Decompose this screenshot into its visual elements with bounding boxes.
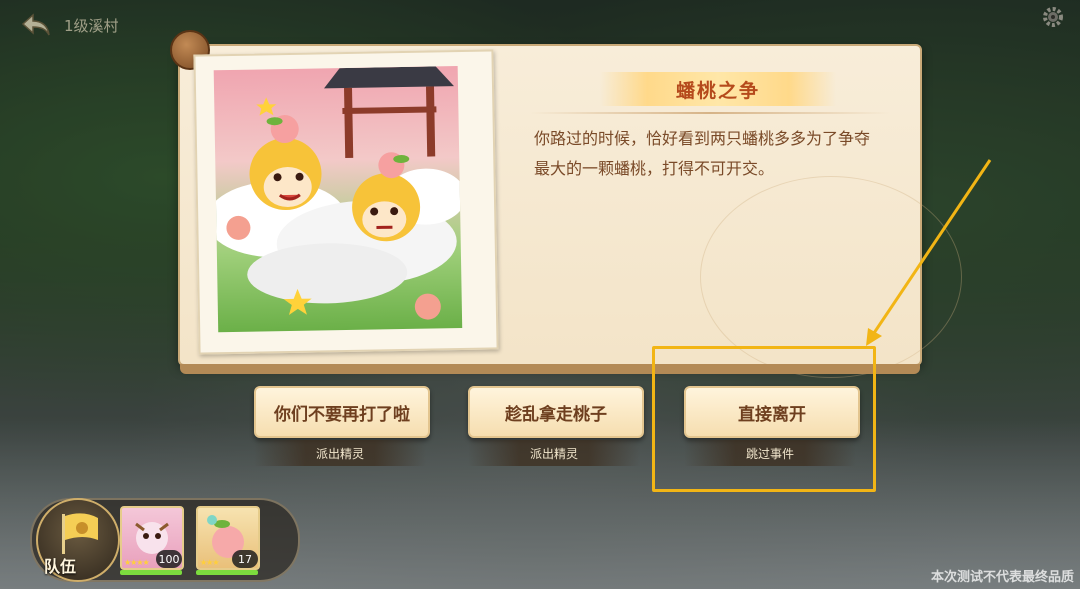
choice-sub-label: 派出精灵: [315, 446, 364, 461]
team-label: 队伍: [44, 557, 77, 576]
team-member-slot[interactable]: ★★★★ 100: [120, 506, 184, 570]
choice-sub-banner: 派出精灵: [468, 440, 640, 466]
event-illustration-art: [213, 66, 463, 333]
choice-label: 你们不要再打了啦: [274, 404, 410, 425]
member-hp-bar: [120, 570, 182, 575]
highlight-box: [652, 346, 876, 492]
member-level: 100: [156, 550, 182, 568]
star-rating-icon: ★★★★: [124, 558, 150, 567]
event-title-banner: 蟠桃之争: [600, 72, 836, 106]
event-title: 蟠桃之争: [675, 79, 760, 102]
choice-label: 趁乱拿走桃子: [505, 404, 607, 425]
choice-button-take-peach[interactable]: 趁乱拿走桃子: [468, 386, 644, 438]
top-bar: 1级溪村: [18, 8, 119, 42]
member-hp-bar: [196, 570, 258, 575]
choice-button-stop-fight[interactable]: 你们不要再打了啦: [254, 386, 430, 438]
back-arrow-icon[interactable]: [18, 10, 54, 40]
gear-icon[interactable]: [1040, 4, 1066, 30]
star-rating-icon: ★★★: [200, 558, 219, 567]
member-level: 17: [232, 550, 258, 568]
choice-sub-label: 派出精灵: [529, 446, 578, 461]
team-member-slot[interactable]: ★★★ 17: [196, 506, 260, 570]
event-illustration: [193, 49, 499, 355]
title-divider: [530, 112, 890, 114]
event-description: 你路过的时候，恰好看到两只蟠桃多多为了争夺最大的一颗蟠桃，打得不可开交。: [534, 129, 871, 178]
location-level-label: 1级溪村: [64, 16, 119, 35]
choice-sub-banner: 派出精灵: [254, 440, 426, 466]
test-watermark: 本次测试不代表最终品质: [930, 570, 1074, 585]
